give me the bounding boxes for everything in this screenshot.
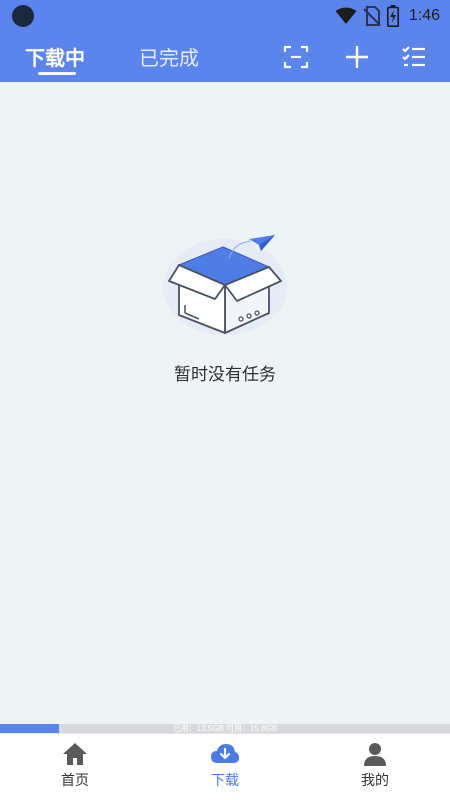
- no-sim-icon: [363, 6, 381, 26]
- nav-profile-label: 我的: [361, 773, 389, 789]
- empty-box-icon: [163, 235, 287, 335]
- wifi-icon: [335, 7, 357, 24]
- bottom-nav: 首页 下载 我的: [0, 733, 450, 800]
- storage-text: 已用：13.5GB 可用：15.6GB: [172, 724, 278, 733]
- tab-bar: 下载中 已完成: [0, 32, 450, 82]
- status-right: 1:46: [335, 4, 440, 28]
- checklist-icon: [402, 46, 425, 67]
- header: 1:46 下载中 已完成: [0, 0, 450, 82]
- empty-message: 暂时没有任务: [174, 365, 276, 385]
- tab-completed[interactable]: 已完成: [139, 42, 199, 71]
- cloud-download-icon: [211, 744, 239, 763]
- add-button[interactable]: [342, 42, 372, 72]
- battery-icon: [386, 5, 399, 27]
- nav-profile[interactable]: 我的: [300, 734, 450, 800]
- scan-icon: [283, 45, 309, 69]
- add-icon: [346, 46, 368, 68]
- clock: 1:46: [408, 7, 440, 24]
- tab-downloading[interactable]: 下载中: [25, 42, 85, 71]
- user-icon: [364, 743, 386, 766]
- empty-state: 暂时没有任务: [0, 225, 450, 385]
- multi-select-button[interactable]: [399, 42, 429, 72]
- nav-download[interactable]: 下载: [150, 734, 300, 800]
- camera-dot: [12, 5, 34, 27]
- nav-home[interactable]: 首页: [0, 734, 150, 800]
- scan-button[interactable]: [281, 42, 311, 72]
- nav-home-label: 首页: [61, 773, 89, 789]
- storage-bar: 已用：13.5GB 可用：15.6GB: [0, 724, 450, 733]
- nav-download-label: 下载: [211, 773, 239, 789]
- status-bar: 1:46: [0, 0, 450, 32]
- active-tab-indicator: [38, 72, 76, 75]
- home-icon: [63, 743, 87, 765]
